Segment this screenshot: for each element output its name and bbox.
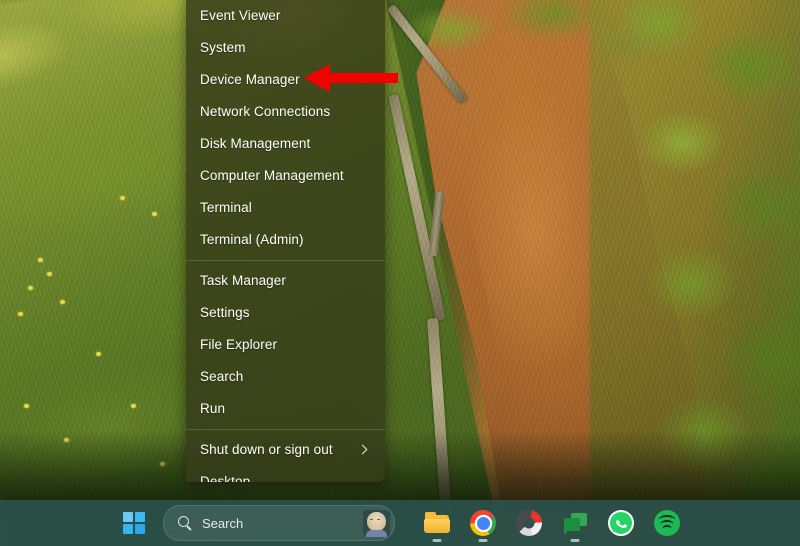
taskbar-app-whatsapp[interactable] xyxy=(601,503,641,543)
menu-separator xyxy=(186,260,385,261)
desktop-wallpaper xyxy=(0,0,800,546)
taskbar: Search xyxy=(0,500,800,546)
menu-item-run[interactable]: Run xyxy=(186,393,385,425)
windows-logo-icon xyxy=(122,511,146,535)
menu-item-task-manager[interactable]: Task Manager xyxy=(186,265,385,297)
menu-item-label: File Explorer xyxy=(200,337,278,352)
menu-item-label: Event Viewer xyxy=(200,8,281,23)
menu-item-label: Settings xyxy=(200,305,250,320)
running-indicator xyxy=(570,539,580,542)
menu-item-shut-down-or-sign-out[interactable]: Shut down or sign out xyxy=(186,434,385,466)
search-icon xyxy=(178,515,193,531)
menu-item-label: Terminal (Admin) xyxy=(200,232,304,247)
menu-item-system[interactable]: System xyxy=(186,32,385,64)
file-explorer-icon xyxy=(424,510,450,536)
menu-item-device-manager[interactable]: Device Manager xyxy=(186,64,385,96)
taskbar-center-cluster: Search xyxy=(113,503,687,543)
menu-item-label: Task Manager xyxy=(200,273,286,288)
taskbar-app-google-chat[interactable] xyxy=(555,503,595,543)
menu-item-computer-management[interactable]: Computer Management xyxy=(186,160,385,192)
menu-item-label: Desktop xyxy=(200,474,251,482)
phone-glyph xyxy=(616,520,627,528)
menu-item-label: Network Connections xyxy=(200,104,331,119)
menu-item-label: System xyxy=(200,40,246,55)
whatsapp-icon xyxy=(608,510,634,536)
menu-item-label: Device Manager xyxy=(200,72,300,87)
menu-item-network-connections[interactable]: Network Connections xyxy=(186,96,385,128)
taskbar-app-ring[interactable] xyxy=(509,503,549,543)
spotify-icon xyxy=(654,510,680,536)
running-indicator xyxy=(432,539,442,542)
menu-item-label: Run xyxy=(200,401,226,416)
menu-item-terminal[interactable]: Terminal xyxy=(186,192,385,224)
search-placeholder-text: Search xyxy=(202,515,244,531)
menu-item-file-explorer[interactable]: File Explorer xyxy=(186,329,385,361)
menu-item-settings[interactable]: Settings xyxy=(186,297,385,329)
ring-icon xyxy=(516,510,542,536)
search-input[interactable]: Search xyxy=(163,505,395,541)
menu-item-label: Computer Management xyxy=(200,168,344,183)
taskbar-app-chrome[interactable] xyxy=(463,503,503,543)
menu-item-disk-management[interactable]: Disk Management xyxy=(186,128,385,160)
menu-item-event-viewer[interactable]: Event Viewer xyxy=(186,0,385,32)
chrome-icon xyxy=(470,510,496,536)
running-indicator xyxy=(478,539,488,542)
desktop-screen: Event Viewer System Device Manager Network … xyxy=(0,0,800,546)
chat-icon xyxy=(562,510,588,536)
taskbar-app-list xyxy=(417,503,687,543)
winx-menu-body: Event Viewer System Device Manager Network … xyxy=(186,0,385,482)
menu-item-desktop[interactable]: Desktop xyxy=(186,466,385,482)
menu-item-label: Disk Management xyxy=(200,136,311,151)
menu-item-label: Terminal xyxy=(200,200,252,215)
chevron-right-icon xyxy=(357,444,369,456)
taskbar-app-file-explorer[interactable] xyxy=(417,503,457,543)
user-avatar[interactable] xyxy=(363,509,390,537)
menu-item-search[interactable]: Search xyxy=(186,361,385,393)
menu-item-label: Search xyxy=(200,369,244,384)
menu-item-terminal-admin[interactable]: Terminal (Admin) xyxy=(186,224,385,256)
taskbar-app-spotify[interactable] xyxy=(647,503,687,543)
start-button[interactable] xyxy=(113,504,155,542)
wallpaper-bottom-shadow xyxy=(0,430,800,500)
menu-item-label: Shut down or sign out xyxy=(200,442,333,457)
menu-separator xyxy=(186,429,385,430)
winx-power-user-menu: Event Viewer System Device Manager Network … xyxy=(186,0,385,482)
